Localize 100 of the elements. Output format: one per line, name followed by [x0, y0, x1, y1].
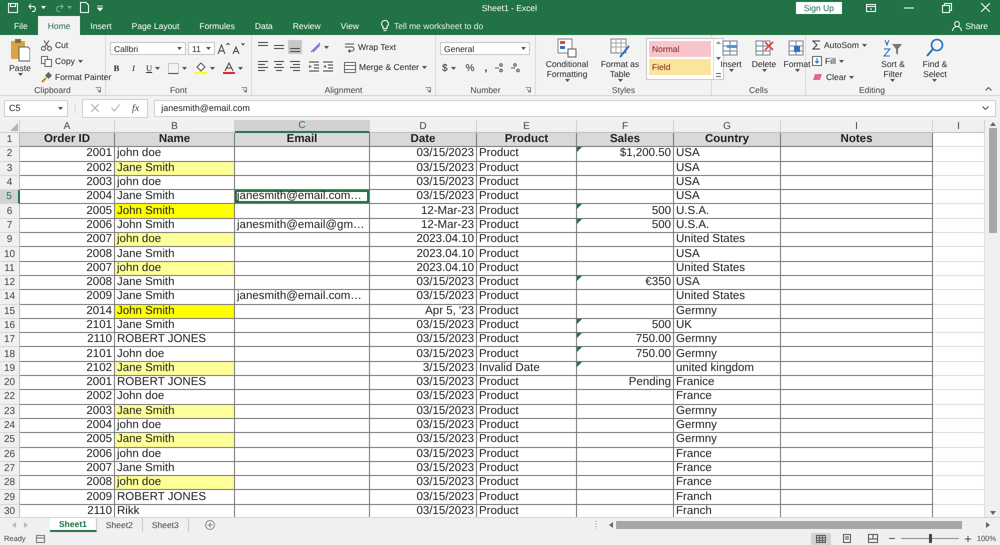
- sort-filter-button[interactable]: Sort & Filter: [874, 38, 911, 84]
- increase-indent-button[interactable]: [322, 60, 334, 72]
- row-header[interactable]: 23: [0, 404, 20, 419]
- row-header[interactable]: 1: [0, 133, 20, 148]
- check-icon[interactable]: [111, 104, 120, 112]
- dialog-launcher-icon[interactable]: [525, 87, 531, 93]
- cell-style-button[interactable]: Field: [649, 59, 711, 75]
- row-header[interactable]: 27: [0, 462, 20, 476]
- row-header[interactable]: 29: [0, 490, 20, 505]
- customize-toolbar-button[interactable]: [97, 4, 103, 10]
- row-header[interactable]: 7: [0, 218, 20, 234]
- row-header[interactable]: 12: [0, 276, 20, 290]
- font-color-button[interactable]: [221, 61, 246, 75]
- name-box[interactable]: C5: [4, 100, 68, 116]
- ribbon-tab[interactable]: Formules: [189, 16, 245, 35]
- decrease-decimal-button[interactable]: [511, 63, 522, 73]
- column-header[interactable]: I: [781, 120, 933, 133]
- slider-thumb[interactable]: [928, 534, 932, 543]
- font-size-dropdown[interactable]: 11: [188, 42, 215, 55]
- expand-icon[interactable]: [982, 106, 989, 110]
- row-header[interactable]: 25: [0, 433, 20, 448]
- row-header[interactable]: 22: [0, 390, 20, 405]
- column-header[interactable]: E: [477, 120, 577, 133]
- ribbon-tab[interactable]: Data: [244, 16, 283, 35]
- ribbon-tab[interactable]: View: [330, 16, 369, 35]
- more-icon[interactable]: [716, 73, 721, 77]
- sheet-tab[interactable]: Sheet1: [50, 518, 97, 532]
- scroll-up-icon[interactable]: [990, 122, 996, 126]
- dialog-launcher-icon[interactable]: [95, 87, 101, 93]
- column-header[interactable]: A: [20, 120, 115, 133]
- borders-button[interactable]: [166, 61, 190, 75]
- row-header[interactable]: 16: [0, 318, 20, 334]
- scroll-left-icon[interactable]: [609, 522, 613, 528]
- column-header[interactable]: G: [674, 120, 781, 133]
- ribbon-tab[interactable]: Page Layout: [122, 16, 190, 35]
- fill-color-button[interactable]: [193, 61, 218, 75]
- merge-center-button[interactable]: Merge & Center: [342, 60, 429, 74]
- row-header[interactable]: 18: [0, 347, 20, 362]
- column-header[interactable]: I: [933, 120, 985, 133]
- scroll-down-icon[interactable]: [990, 511, 996, 515]
- row-header[interactable]: 6: [0, 204, 20, 219]
- row-header[interactable]: 15: [0, 304, 20, 319]
- scroll-up-icon[interactable]: [716, 41, 721, 44]
- scrollbar-thumb[interactable]: [616, 521, 962, 529]
- increase-font-size-button[interactable]: [217, 43, 230, 54]
- clear-button[interactable]: Clear: [810, 70, 869, 84]
- cells-button[interactable]: Delete: [749, 38, 779, 84]
- row-header[interactable]: 4: [0, 176, 20, 190]
- conditional-formatting-button[interactable]: Conditional Formatting: [540, 38, 594, 84]
- row-header[interactable]: 20: [0, 376, 20, 390]
- align-button[interactable]: [288, 40, 302, 54]
- cells-button[interactable]: Insert: [716, 38, 746, 84]
- percent-button[interactable]: %: [464, 61, 476, 75]
- ribbon-tab[interactable]: Review: [282, 16, 331, 35]
- row-header[interactable]: 5: [0, 190, 20, 204]
- undo-button[interactable]: [28, 3, 46, 12]
- align-button[interactable]: [256, 59, 270, 73]
- autosum-button[interactable]: AutoSom: [810, 38, 869, 52]
- orientation-button[interactable]: [308, 40, 331, 54]
- decrease-indent-button[interactable]: [308, 60, 320, 72]
- insert-function-button[interactable]: fx: [132, 102, 140, 114]
- row-header[interactable]: 14: [0, 290, 20, 305]
- formula-field[interactable]: janesmith@email.com: [154, 100, 996, 116]
- scrollbar-thumb[interactable]: [988, 128, 996, 233]
- sign-up-button[interactable]: Sign Up: [796, 2, 842, 14]
- row-header[interactable]: 11: [0, 262, 20, 276]
- new-sheet-icon[interactable]: [204, 520, 215, 530]
- cells-button[interactable]: Format: [782, 38, 812, 84]
- save-button[interactable]: [8, 2, 18, 12]
- column-header[interactable]: C: [235, 120, 370, 133]
- wrap-text-button[interactable]: Wrap Text: [342, 40, 429, 54]
- currency-button[interactable]: $: [440, 61, 458, 75]
- scroll-down-icon[interactable]: [716, 57, 721, 60]
- comma-button[interactable]: ,: [482, 61, 490, 75]
- column-header[interactable]: B: [115, 120, 235, 133]
- row-header[interactable]: 30: [0, 504, 20, 517]
- number-format-dropdown[interactable]: General: [440, 42, 530, 55]
- row-header[interactable]: 3: [0, 162, 20, 176]
- share-button[interactable]: Share: [940, 16, 1000, 35]
- find-select-button[interactable]: Find & Select: [916, 38, 953, 84]
- collapse-ribbon-icon[interactable]: [985, 87, 992, 91]
- row-header[interactable]: 10: [0, 247, 20, 262]
- row-header[interactable]: 2: [0, 147, 20, 162]
- ribbon-tab[interactable]: Insert: [80, 16, 122, 35]
- paste-button[interactable]: Paste: [4, 38, 36, 84]
- ribbon-tab[interactable]: Home: [38, 16, 80, 35]
- dialog-launcher-icon[interactable]: [425, 87, 431, 93]
- font-name-dropdown[interactable]: Callbri: [110, 42, 186, 55]
- cell-style-button[interactable]: Normal: [649, 41, 711, 57]
- format-as-table-button[interactable]: Format as Table: [597, 38, 643, 84]
- column-header[interactable]: D: [370, 120, 477, 133]
- scroll-right-icon[interactable]: [986, 522, 990, 528]
- dialog-launcher-icon[interactable]: [241, 87, 247, 93]
- column-header[interactable]: F: [577, 120, 674, 133]
- ribbon-tab[interactable]: File: [4, 16, 38, 35]
- normal-view-button[interactable]: [810, 532, 831, 544]
- zoom-in-icon[interactable]: [964, 536, 971, 542]
- row-header[interactable]: 28: [0, 476, 20, 490]
- row-header[interactable]: 17: [0, 333, 20, 348]
- align-button[interactable]: [272, 59, 286, 73]
